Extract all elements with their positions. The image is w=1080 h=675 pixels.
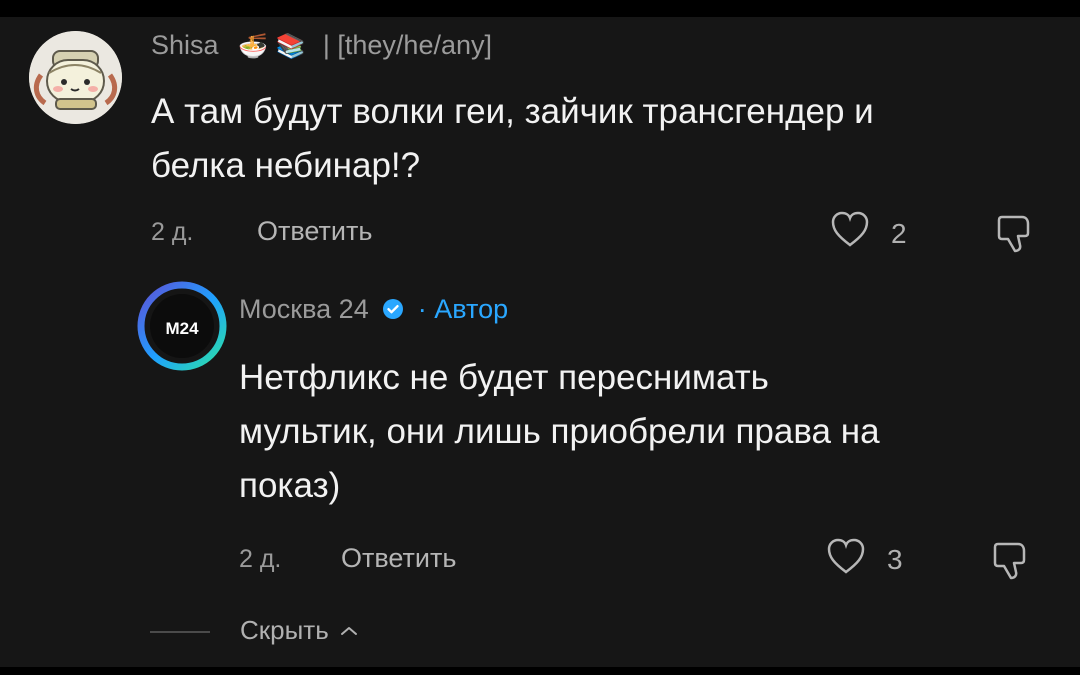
comment-body: Нетфликс не будет переснимать мультик, о… xyxy=(239,351,880,513)
collapse-divider xyxy=(150,631,210,633)
avatar[interactable] xyxy=(29,31,122,124)
noodle-emoji: 🍜 xyxy=(238,33,268,60)
books-emoji: 📚 xyxy=(275,33,306,60)
dislike-icon[interactable] xyxy=(991,537,1033,581)
heart-icon[interactable] xyxy=(829,210,871,250)
verified-icon xyxy=(383,299,404,319)
reply-button[interactable]: Ответить xyxy=(341,543,456,574)
comment-thread: Shisa 🍜 📚 | [they/he/any] А там будут во… xyxy=(0,17,1080,667)
comment-time: 2 д. xyxy=(151,218,194,246)
like-count: 2 xyxy=(891,218,907,249)
m24-logo-text: M24 xyxy=(165,319,199,338)
comment-text-line: показ) xyxy=(239,466,341,505)
m24-avatar[interactable]: M24 xyxy=(137,281,227,371)
chevron-up-icon xyxy=(341,627,357,635)
author-name[interactable]: Shisa xyxy=(151,30,219,60)
comment-meta: Москва 24 · Автор xyxy=(239,294,508,325)
reply-button[interactable]: Ответить xyxy=(257,216,372,247)
hide-replies-button[interactable]: Скрыть xyxy=(240,615,358,646)
comment-text-line: Нетфликс не будет переснимать xyxy=(239,358,769,397)
author-name[interactable]: Москва 24 xyxy=(239,294,369,324)
hide-replies-label: Скрыть xyxy=(240,615,329,645)
heart-icon[interactable] xyxy=(825,537,867,577)
comment-text-line: А там будут волки геи, зайчик трансгенде… xyxy=(151,92,874,131)
comment-text-line: белка небинар!? xyxy=(151,146,421,185)
comment-text-line: мультик, они лишь приобрели права на xyxy=(239,412,880,451)
comment-time: 2 д. xyxy=(239,545,282,573)
verified-badge xyxy=(382,296,404,319)
comment-meta: Shisa 🍜 📚 | [they/he/any] xyxy=(151,30,492,61)
comment-body: А там будут волки геи, зайчик трансгенде… xyxy=(151,85,874,193)
pronouns-badge: | [they/he/any] xyxy=(322,30,492,60)
author-tag: · Автор xyxy=(417,294,509,324)
dislike-icon[interactable] xyxy=(995,210,1037,254)
like-count: 3 xyxy=(887,544,903,575)
